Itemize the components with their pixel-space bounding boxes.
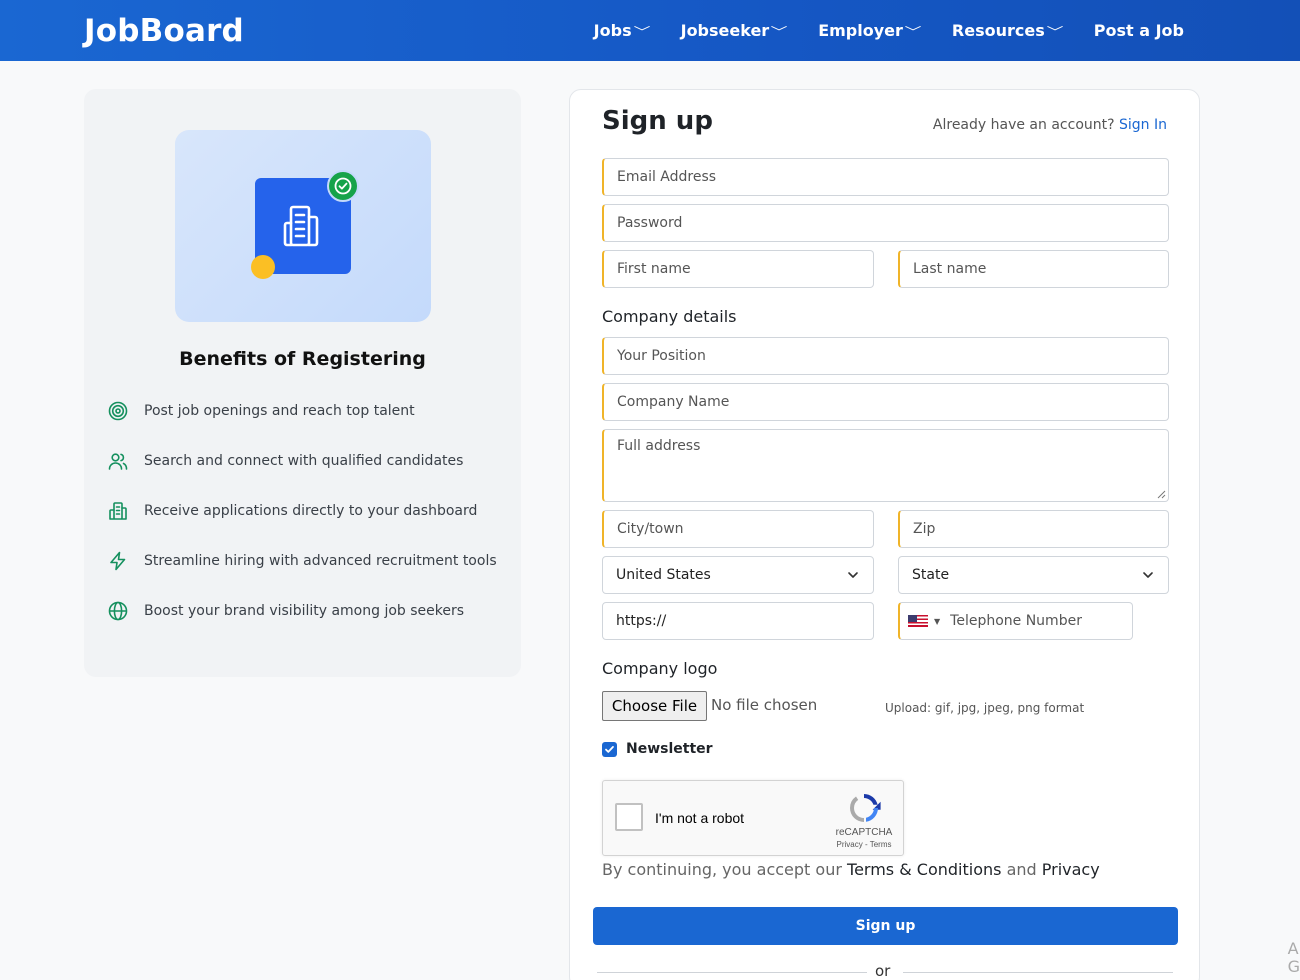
country-select[interactable]: United States (602, 556, 874, 594)
nav-employer[interactable]: Employer ﹀ (818, 21, 922, 40)
nav-resources[interactable]: Resources ﹀ (951, 21, 1064, 40)
file-status: No file chosen (711, 696, 818, 714)
nav-label: Resources (951, 21, 1045, 40)
terms-text: By continuing, you accept our Terms & Co… (602, 860, 1100, 879)
terms-prefix: By continuing, you accept our (602, 860, 842, 879)
or-divider-text: or (875, 962, 891, 980)
signup-button[interactable]: Sign up (593, 907, 1178, 945)
logo[interactable]: JobBoard (84, 13, 244, 49)
lightning-icon (110, 551, 126, 571)
recaptcha-label: I'm not a robot (655, 810, 745, 826)
website-field[interactable]: https:// (602, 602, 874, 640)
country-value: United States (616, 567, 711, 583)
globe-icon (108, 601, 128, 621)
us-flag-icon[interactable] (908, 615, 928, 627)
phone-field[interactable]: ▼ Telephone Number (898, 602, 1133, 640)
benefit-item: Boost your brand visibility among job se… (108, 601, 464, 621)
nav-label: Post a Job (1093, 21, 1184, 40)
caret-down-icon[interactable]: ▼ (934, 617, 940, 626)
city-placeholder: City/town (617, 521, 684, 537)
benefits-title: Benefits of Registering (179, 348, 426, 370)
position-placeholder: Your Position (617, 348, 706, 364)
upload-hint: Upload: gif, jpg, jpeg, png format (885, 701, 1085, 715)
terms-link[interactable]: Terms & Conditions (847, 860, 1001, 879)
recaptcha-brand: reCAPTCHA (835, 827, 893, 838)
corner-text: A G (1287, 939, 1300, 976)
benefit-item: Post job openings and reach top talent (108, 401, 415, 421)
first-name-field[interactable]: First name (602, 250, 874, 288)
zip-field[interactable]: Zip (898, 510, 1169, 548)
check-circle-icon (327, 170, 359, 202)
signin-prompt: Already have an account? Sign In (933, 117, 1167, 133)
signin-prompt-text: Already have an account? (932, 117, 1115, 133)
main-nav: Jobs ﹀ Jobseeker ﹀ Employer ﹀ Resources ﹀ Po… (594, 0, 1184, 61)
chevron-down-icon: ﹀ (1046, 25, 1064, 39)
chevron-down-icon (1143, 572, 1153, 578)
chevron-down-icon: ﹀ (633, 25, 651, 39)
company-name-placeholder: Company Name (617, 394, 730, 410)
first-name-placeholder: First name (617, 261, 691, 277)
newsletter-checkbox[interactable]: Newsletter (602, 741, 713, 757)
email-placeholder: Email Address (617, 169, 717, 185)
divider-right (903, 972, 1173, 973)
zip-placeholder: Zip (913, 521, 936, 537)
checkbox-checked-icon[interactable] (602, 741, 617, 757)
nav-label: Employer (818, 21, 903, 40)
recaptcha-logo-icon (850, 794, 881, 822)
page-title: Sign up (602, 106, 713, 136)
state-value: State (912, 567, 950, 583)
password-field[interactable]: Password (602, 204, 1169, 242)
email-field[interactable]: Email Address (602, 158, 1169, 196)
recaptcha-checkbox[interactable] (615, 803, 643, 831)
privacy-link[interactable]: Privacy (1042, 860, 1100, 879)
company-details-heading: Company details (602, 307, 737, 326)
position-field[interactable]: Your Position (602, 337, 1169, 375)
benefit-item: Streamline hiring with advanced recruitm… (108, 551, 497, 571)
website-value: https:// (616, 613, 667, 629)
last-name-placeholder: Last name (913, 261, 987, 277)
decorative-dot (251, 255, 275, 279)
recaptcha-widget: I'm not a robot reCAPTCHA Privacy - Term… (602, 780, 904, 856)
phone-placeholder: Telephone Number (950, 613, 1082, 629)
divider-left (597, 972, 867, 973)
chevron-down-icon: ﹀ (904, 25, 922, 39)
password-placeholder: Password (617, 215, 683, 231)
resize-handle-icon[interactable] (1157, 490, 1166, 499)
signin-link[interactable]: Sign In (1119, 117, 1167, 133)
terms-and: and (1006, 860, 1037, 879)
last-name-field[interactable]: Last name (898, 250, 1169, 288)
address-textarea[interactable]: Full address (602, 429, 1169, 502)
top-navbar: JobBoard Jobs ﹀ Jobseeker ﹀ Employer ﹀ Reso… (0, 0, 1300, 61)
nav-post-a-job[interactable]: Post a Job (1094, 21, 1184, 40)
target-icon (108, 401, 128, 421)
benefit-item: Search and connect with qualified candid… (108, 451, 463, 471)
building-icon (109, 502, 127, 520)
city-field[interactable]: City/town (602, 510, 874, 548)
benefit-text: Search and connect with qualified candid… (144, 453, 464, 469)
nav-jobseeker[interactable]: Jobseeker ﹀ (680, 21, 788, 40)
state-select[interactable]: State (898, 556, 1169, 594)
address-placeholder: Full address (617, 438, 701, 454)
signup-form: Sign up Already have an account? Sign In… (569, 89, 1200, 980)
benefit-text: Post job openings and reach top talent (144, 403, 415, 419)
benefit-text: Boost your brand visibility among job se… (144, 603, 465, 619)
choose-file-button[interactable]: Choose File (602, 691, 707, 721)
nav-label: Jobseeker (680, 21, 770, 40)
hero-illustration (175, 130, 431, 322)
benefit-item: Receive applications directly to your da… (108, 501, 477, 521)
nav-label: Jobs (593, 21, 632, 40)
benefit-text: Receive applications directly to your da… (144, 503, 478, 519)
nav-jobs[interactable]: Jobs ﹀ (593, 21, 651, 40)
users-icon (108, 453, 128, 470)
company-logo-heading: Company logo (602, 659, 718, 678)
chevron-down-icon (848, 572, 858, 578)
benefit-text: Streamline hiring with advanced recruitm… (144, 553, 497, 569)
recaptcha-links[interactable]: Privacy - Terms (823, 840, 905, 849)
chevron-down-icon: ﹀ (770, 25, 788, 39)
newsletter-label: Newsletter (626, 741, 713, 757)
benefits-panel: Benefits of Registering Post job opening… (84, 89, 521, 677)
company-name-field[interactable]: Company Name (602, 383, 1169, 421)
